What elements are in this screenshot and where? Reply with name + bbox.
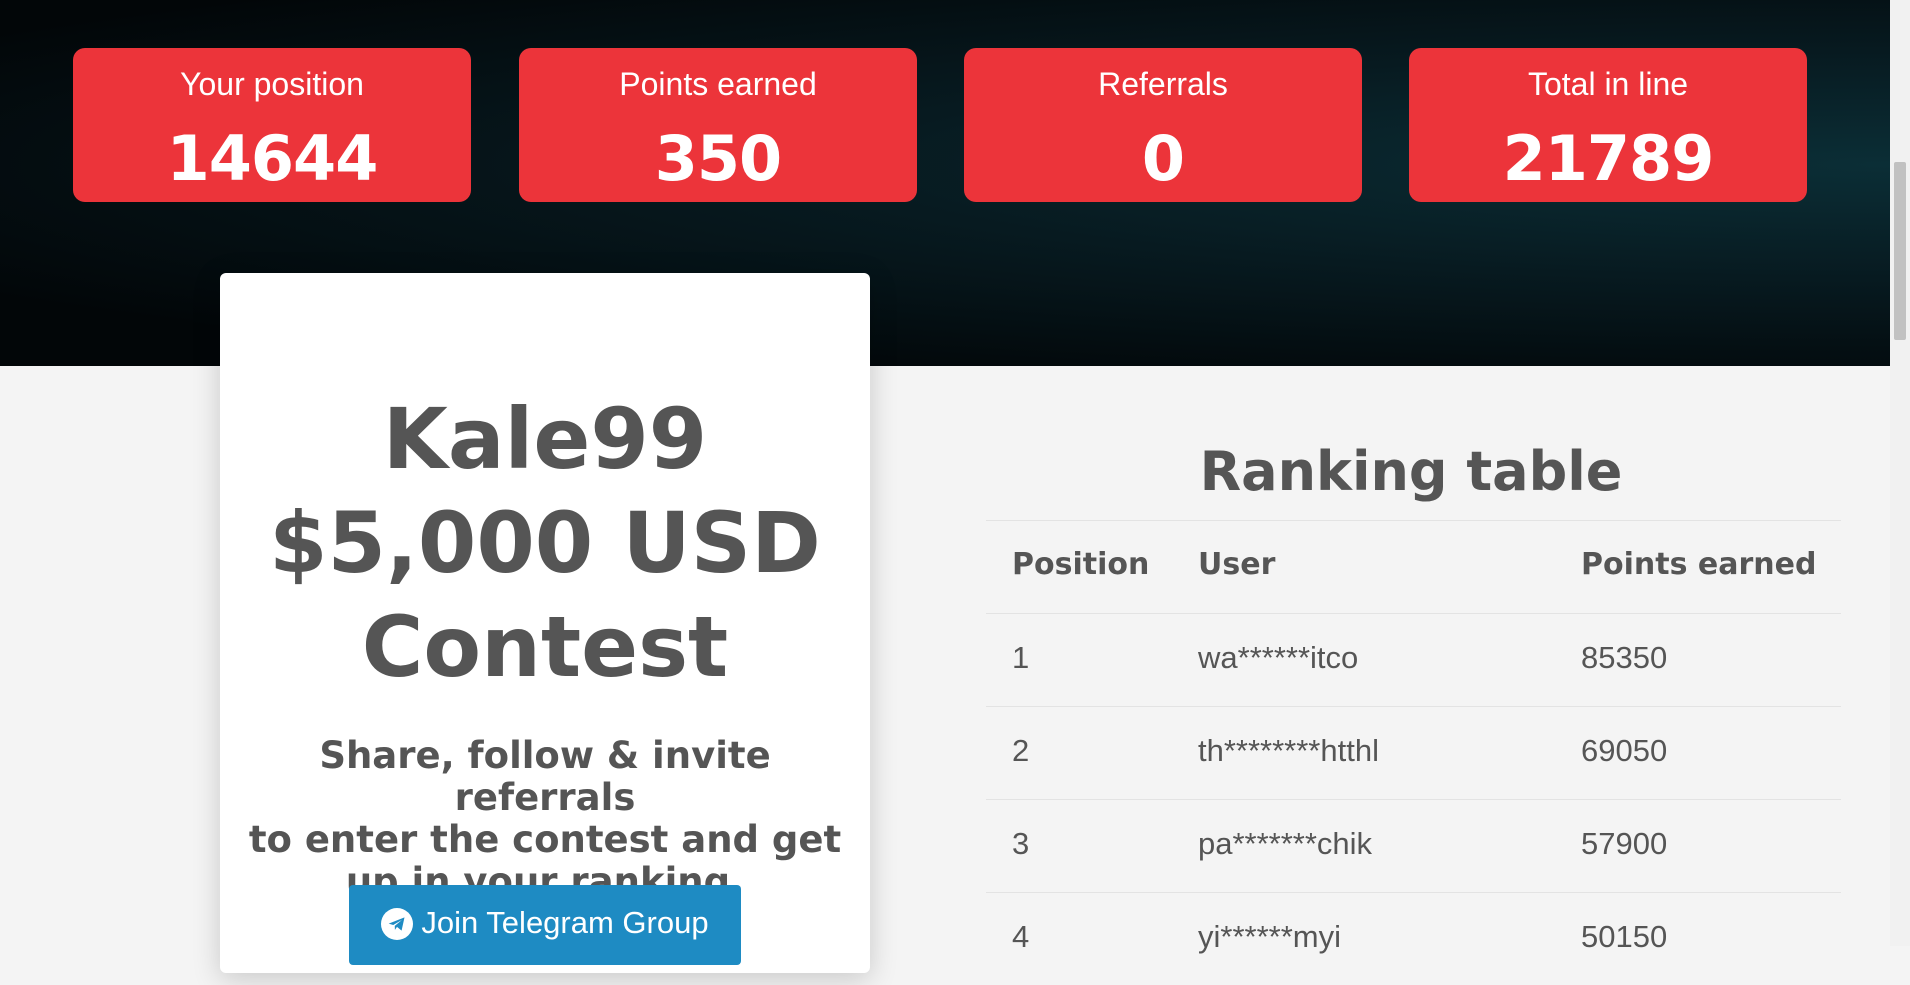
cell-user: wa******itco — [1198, 640, 1359, 675]
contest-title-line: Kale99 — [382, 390, 708, 488]
cell-user: th********htthl — [1198, 733, 1379, 768]
table-row: 4 yi******myi 50150 — [986, 892, 1841, 985]
column-header: User — [1198, 547, 1276, 582]
cell-points: 57900 — [1581, 826, 1668, 861]
contest-title: Kale99 $5,000 USD Contest — [220, 387, 870, 699]
telegram-icon — [381, 908, 414, 940]
cell-user: yi******myi — [1198, 919, 1341, 954]
stat-label: Referrals — [1098, 66, 1228, 102]
ranking-table: Position User Points earned 1 wa******it… — [986, 520, 1841, 985]
stat-card-total: Total in line 21789 — [1409, 48, 1807, 202]
stat-value: 14644 — [166, 122, 379, 195]
contest-subtitle-line: to enter the contest and get — [248, 818, 842, 861]
contest-title-line: Contest — [361, 598, 729, 696]
join-telegram-button[interactable]: Join Telegram Group — [349, 885, 741, 965]
cell-position: 2 — [1012, 733, 1030, 768]
stat-label: Points earned — [619, 66, 817, 102]
contest-subtitle: Share, follow & invite referrals to ente… — [240, 735, 850, 903]
contest-title-line: $5,000 USD — [269, 494, 821, 592]
cell-position: 3 — [1012, 826, 1030, 861]
ranking-title: Ranking table — [1199, 440, 1623, 503]
stat-value: 0 — [1141, 122, 1185, 195]
stat-label: Your position — [180, 66, 364, 102]
column-header: Position — [1012, 547, 1150, 582]
stat-label: Total in line — [1527, 66, 1689, 102]
contest-card: Kale99 $5,000 USD Contest Share, follow … — [220, 273, 870, 973]
stat-card-referrals: Referrals 0 — [964, 48, 1362, 202]
stat-card-points: Points earned 350 — [519, 48, 917, 202]
table-header-row: Position User Points earned — [986, 520, 1841, 613]
cell-user: pa*******chik — [1198, 826, 1373, 861]
contest-subtitle-line: Share, follow & invite referrals — [319, 734, 771, 819]
scrollbar-thumb[interactable] — [1894, 162, 1906, 340]
cell-points: 85350 — [1581, 640, 1668, 675]
page-scrollbar[interactable] — [1890, 0, 1910, 946]
stat-card-position: Your position 14644 — [73, 48, 471, 202]
table-row: 3 pa*******chik 57900 — [986, 799, 1841, 892]
cell-position: 4 — [1012, 919, 1030, 954]
table-row: 2 th********htthl 69050 — [986, 706, 1841, 799]
cell-points: 69050 — [1581, 733, 1668, 768]
column-header: Points earned — [1581, 547, 1817, 582]
cell-points: 50150 — [1581, 919, 1668, 954]
join-telegram-label: Join Telegram Group — [421, 905, 709, 940]
table-row: 1 wa******itco 85350 — [986, 613, 1841, 706]
stat-value: 350 — [654, 122, 782, 195]
stat-value: 21789 — [1502, 122, 1715, 195]
cell-position: 1 — [1012, 640, 1030, 675]
